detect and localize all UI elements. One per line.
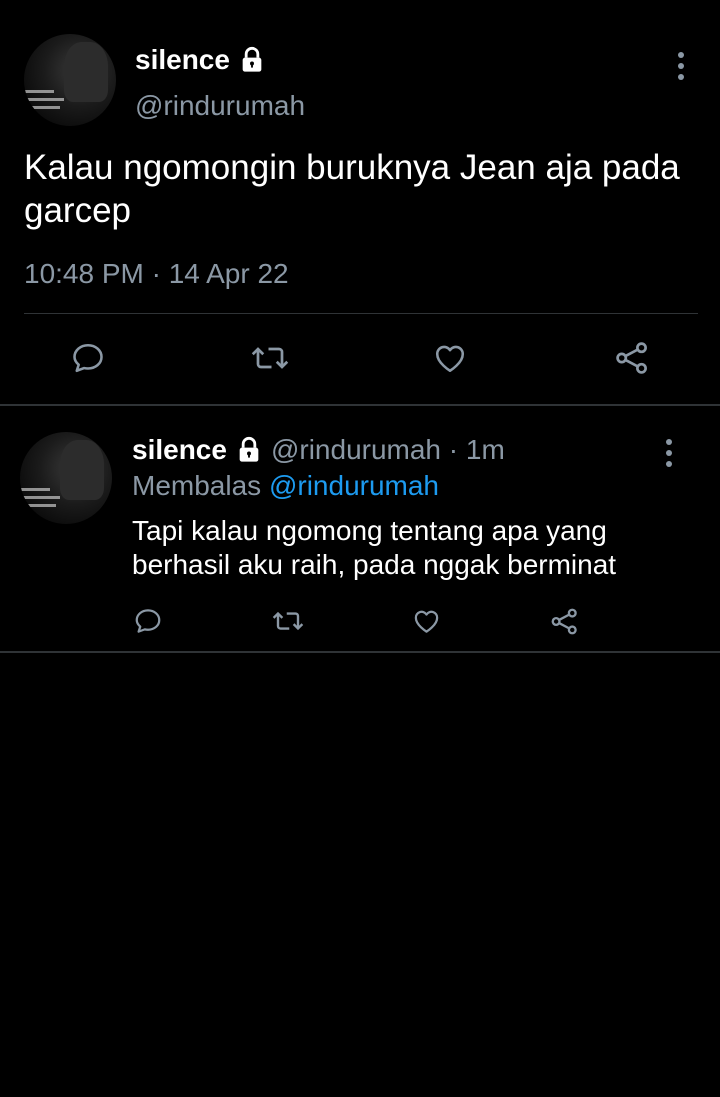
retweet-icon bbox=[251, 347, 289, 369]
display-name-text: silence bbox=[135, 44, 230, 75]
tweet-detail-page: silence @rindurumah Kalau ngomongin buru… bbox=[0, 0, 720, 1097]
reply-icon bbox=[73, 343, 103, 373]
avatar[interactable] bbox=[20, 432, 112, 524]
reply-icon bbox=[135, 609, 161, 633]
avatar[interactable] bbox=[24, 34, 116, 126]
display-name[interactable]: silence bbox=[135, 44, 266, 76]
more-options-icon[interactable] bbox=[671, 51, 691, 81]
avatar-stripe bbox=[20, 496, 60, 499]
retweet-icon bbox=[272, 611, 304, 631]
like-button[interactable] bbox=[428, 336, 472, 380]
like-icon bbox=[414, 610, 438, 633]
avatar-stripe bbox=[24, 98, 64, 101]
reply-text: Tapi kalau ngomong tentang apa yang berh… bbox=[132, 515, 617, 580]
lock-icon bbox=[239, 436, 259, 462]
retweet-button[interactable] bbox=[268, 603, 308, 639]
reply-button[interactable] bbox=[66, 336, 110, 380]
like-icon bbox=[435, 345, 465, 373]
replying-label: Membalas bbox=[132, 470, 262, 501]
handle[interactable]: @rindurumah bbox=[135, 90, 305, 122]
share-icon bbox=[551, 608, 577, 634]
display-name[interactable]: silence bbox=[132, 434, 227, 466]
lock-icon bbox=[242, 46, 262, 72]
more-options-icon[interactable] bbox=[659, 438, 679, 468]
reply-button[interactable] bbox=[130, 603, 166, 639]
handle-and-time[interactable]: @rindurumah · 1m bbox=[271, 434, 505, 466]
avatar-figure bbox=[64, 42, 108, 102]
avatar-stripe bbox=[24, 106, 60, 109]
divider bbox=[24, 313, 698, 314]
share-button[interactable] bbox=[610, 336, 654, 380]
avatar-stripe bbox=[24, 90, 54, 93]
like-button[interactable] bbox=[408, 603, 444, 639]
avatar-stripe bbox=[20, 504, 56, 507]
share-button[interactable] bbox=[546, 603, 582, 639]
tweet-timestamp[interactable]: 10:48 PM · 14 Apr 22 bbox=[24, 258, 289, 290]
share-icon bbox=[616, 342, 647, 374]
reply-header: silence @rindurumah · 1m bbox=[132, 434, 505, 466]
mention-link[interactable]: @rindurumah bbox=[269, 470, 439, 501]
tweet-text: Kalau ngomongin buruknya Jean aja pada g… bbox=[24, 148, 680, 230]
replying-to: Membalas @rindurumah bbox=[132, 470, 439, 502]
divider bbox=[0, 404, 720, 406]
avatar-stripe bbox=[20, 488, 50, 491]
avatar-figure bbox=[60, 440, 104, 500]
main-tweet: silence @rindurumah Kalau ngomongin buru… bbox=[0, 0, 720, 405]
retweet-button[interactable] bbox=[246, 336, 294, 380]
divider bbox=[0, 651, 720, 653]
